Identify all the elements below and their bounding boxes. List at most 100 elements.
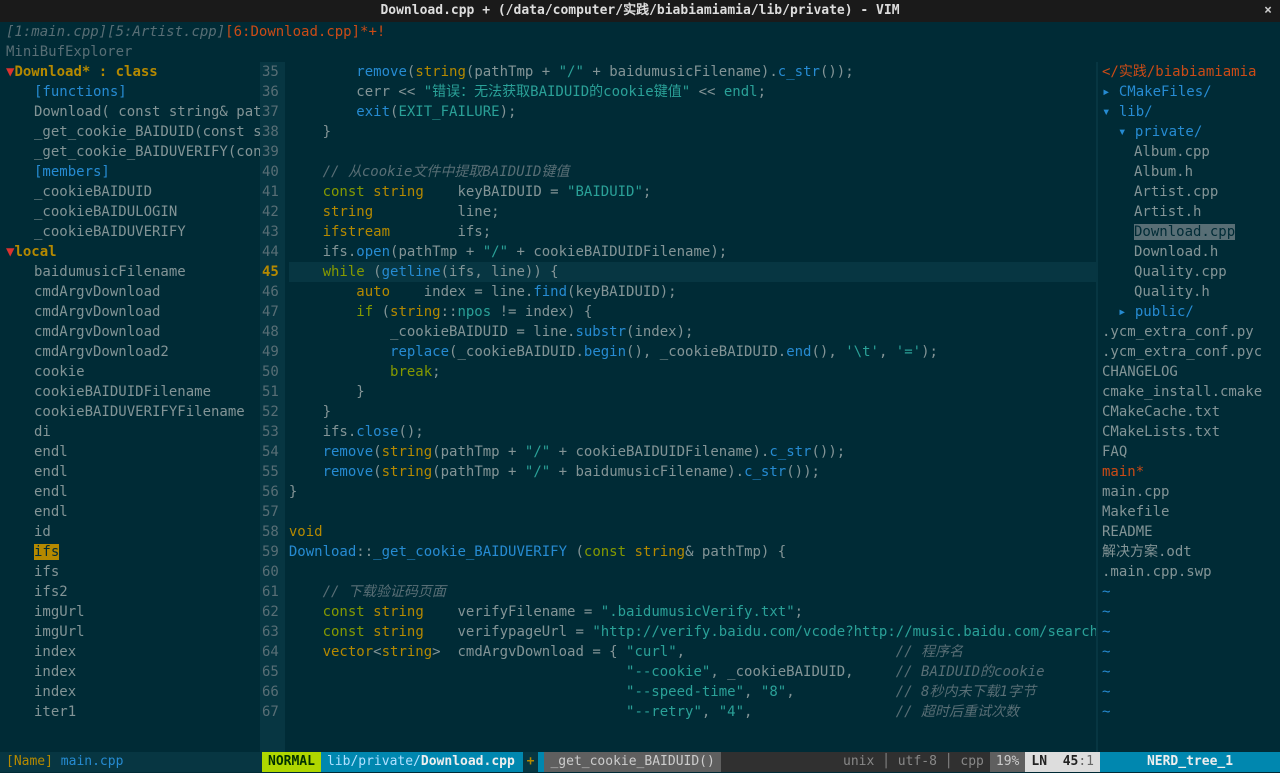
code-line[interactable]: const string keyBAIDUID = "BAIDUID";: [289, 182, 1096, 202]
tag-local-item[interactable]: id: [6, 522, 260, 542]
tag-member-item[interactable]: _cookieBAIDUVERIFY: [6, 222, 260, 242]
nerdtree-item[interactable]: Download.h: [1102, 242, 1280, 262]
code-line[interactable]: [289, 562, 1096, 582]
nerdtree-root[interactable]: </实践/biabiamiamia: [1102, 62, 1280, 82]
nerdtree-item[interactable]: Quality.cpp: [1102, 262, 1280, 282]
code-line[interactable]: _cookieBAIDUID = line.substr(index);: [289, 322, 1096, 342]
tag-local-item[interactable]: endl: [6, 442, 260, 462]
code-line[interactable]: vector<string> cmdArgvDownload = { "curl…: [289, 642, 1096, 662]
nerdtree-item[interactable]: 解决方案.odt: [1102, 542, 1280, 562]
code-line[interactable]: "--speed-time", "8", // 8秒内未下载1字节: [289, 682, 1096, 702]
code-line[interactable]: break;: [289, 362, 1096, 382]
tag-function-item[interactable]: Download( const string& path: [6, 102, 260, 122]
nerdtree-item[interactable]: .main.cpp.swp: [1102, 562, 1280, 582]
nerdtree-item[interactable]: Artist.h: [1102, 202, 1280, 222]
tag-member-item[interactable]: _cookieBAIDULOGIN: [6, 202, 260, 222]
code-line[interactable]: [289, 502, 1096, 522]
code-line[interactable]: }: [289, 382, 1096, 402]
tag-function-item[interactable]: _get_cookie_BAIDUVERIFY(cons: [6, 142, 260, 162]
tag-class[interactable]: ▼Download* : class: [6, 62, 260, 82]
tag-local-item[interactable]: di: [6, 422, 260, 442]
tag-local-item[interactable]: index: [6, 662, 260, 682]
tag-local-item[interactable]: cmdArgvDownload: [6, 302, 260, 322]
code-line[interactable]: "--retry", "4", // 超时后重试次数: [289, 702, 1096, 722]
tag-local-item[interactable]: cmdArgvDownload: [6, 322, 260, 342]
code-line[interactable]: ifs.open(pathTmp + "/" + cookieBAIDUIDFi…: [289, 242, 1096, 262]
code-line[interactable]: const string verifypageUrl = "http://ver…: [289, 622, 1096, 642]
code-line[interactable]: if (string::npos != index) {: [289, 302, 1096, 322]
nerdtree-item[interactable]: .ycm_extra_conf.pyc: [1102, 342, 1280, 362]
code-line[interactable]: // 下载验证码页面: [289, 582, 1096, 602]
tag-local-item[interactable]: endl: [6, 462, 260, 482]
tag-local-item[interactable]: endl: [6, 482, 260, 502]
tag-local-item[interactable]: imgUrl: [6, 622, 260, 642]
nerdtree-item[interactable]: Album.cpp: [1102, 142, 1280, 162]
tag-local-item[interactable]: ifs2: [6, 582, 260, 602]
code-line[interactable]: }: [289, 122, 1096, 142]
code-line[interactable]: exit(EXIT_FAILURE);: [289, 102, 1096, 122]
code-line[interactable]: void: [289, 522, 1096, 542]
tag-local-item[interactable]: index: [6, 642, 260, 662]
code-line[interactable]: // 从cookie文件中提取BAIDUID键值: [289, 162, 1096, 182]
nerdtree-item[interactable]: main*: [1102, 462, 1280, 482]
tag-local-item[interactable]: baidumusicFilename: [6, 262, 260, 282]
code-line[interactable]: "--cookie", _cookieBAIDUID, // BAIDUID的c…: [289, 662, 1096, 682]
nerdtree-item[interactable]: Download.cpp: [1102, 222, 1280, 242]
tag-members-group[interactable]: [members]: [6, 162, 260, 182]
tag-local-item[interactable]: cmdArgvDownload2: [6, 342, 260, 362]
tag-function-item[interactable]: _get_cookie_BAIDUID(const st: [6, 122, 260, 142]
code-line[interactable]: while (getline(ifs, line)) {: [289, 262, 1096, 282]
tag-local-item[interactable]: cmdArgvDownload: [6, 282, 260, 302]
nerdtree-item[interactable]: ▾ lib/: [1102, 102, 1280, 122]
code-line[interactable]: string line;: [289, 202, 1096, 222]
tag-local-item[interactable]: imgUrl: [6, 602, 260, 622]
code-line[interactable]: }: [289, 482, 1096, 502]
tagbar-pane[interactable]: ▼Download* : class [functions] Download(…: [0, 62, 262, 752]
tag-local-group[interactable]: ▼local: [6, 242, 260, 262]
buffer-6-active[interactable]: [6:Download.cpp]*+!: [225, 24, 385, 40]
code-line[interactable]: auto index = line.find(keyBAIDUID);: [289, 282, 1096, 302]
code-line[interactable]: [289, 142, 1096, 162]
code-line[interactable]: remove(string(pathTmp + "/" + baidumusic…: [289, 62, 1096, 82]
code-line[interactable]: remove(string(pathTmp + "/" + cookieBAID…: [289, 442, 1096, 462]
code-line[interactable]: }: [289, 402, 1096, 422]
tag-local-item[interactable]: cookieBAIDUVERIFYFilename: [6, 402, 260, 422]
tag-local-item[interactable]: cookie: [6, 362, 260, 382]
nerdtree-item[interactable]: Quality.h: [1102, 282, 1280, 302]
code-line[interactable]: remove(string(pathTmp + "/" + baidumusic…: [289, 462, 1096, 482]
nerdtree-pane[interactable]: </实践/biabiamiamia ▸ CMakeFiles/▾ lib/▾ p…: [1096, 62, 1280, 752]
nerdtree-item[interactable]: Artist.cpp: [1102, 182, 1280, 202]
tag-local-item[interactable]: ifs: [6, 542, 260, 562]
nerdtree-item[interactable]: CMakeLists.txt: [1102, 422, 1280, 442]
buffer-1[interactable]: [1:main.cpp]: [6, 24, 107, 40]
tag-local-item[interactable]: endl: [6, 502, 260, 522]
code-area[interactable]: remove(string(pathTmp + "/" + baidumusic…: [285, 62, 1096, 752]
tag-member-item[interactable]: _cookieBAIDUID: [6, 182, 260, 202]
nerdtree-item[interactable]: Makefile: [1102, 502, 1280, 522]
close-icon[interactable]: ×: [1264, 1, 1272, 21]
tag-local-item[interactable]: cookieBAIDUIDFilename: [6, 382, 260, 402]
tag-local-item[interactable]: ifs: [6, 562, 260, 582]
nerdtree-item[interactable]: ▾ private/: [1102, 122, 1280, 142]
tag-local-item[interactable]: index: [6, 682, 260, 702]
tag-local-item[interactable]: iter1: [6, 702, 260, 722]
code-line[interactable]: const string verifyFilename = ".baidumus…: [289, 602, 1096, 622]
tag-functions-group[interactable]: [functions]: [6, 82, 260, 102]
nerdtree-item[interactable]: CMakeCache.txt: [1102, 402, 1280, 422]
buffer-5[interactable]: [5:Artist.cpp]: [107, 24, 225, 40]
nerdtree-item[interactable]: ▸ CMakeFiles/: [1102, 82, 1280, 102]
nerdtree-item[interactable]: CHANGELOG: [1102, 362, 1280, 382]
editor-pane[interactable]: 3536373839404142434445464748495051525354…: [262, 62, 1096, 752]
nerdtree-item[interactable]: main.cpp: [1102, 482, 1280, 502]
code-line[interactable]: Download::_get_cookie_BAIDUVERIFY (const…: [289, 542, 1096, 562]
nerdtree-item[interactable]: ▸ public/: [1102, 302, 1280, 322]
code-line[interactable]: cerr << "错误：无法获取BAIDUID的cookie键值" << end…: [289, 82, 1096, 102]
nerdtree-item[interactable]: Album.h: [1102, 162, 1280, 182]
code-line[interactable]: replace(_cookieBAIDUID.begin(), _cookieB…: [289, 342, 1096, 362]
nerdtree-item[interactable]: README: [1102, 522, 1280, 542]
code-line[interactable]: ifstream ifs;: [289, 222, 1096, 242]
nerdtree-item[interactable]: cmake_install.cmake: [1102, 382, 1280, 402]
nerdtree-item[interactable]: FAQ: [1102, 442, 1280, 462]
nerdtree-item[interactable]: .ycm_extra_conf.py: [1102, 322, 1280, 342]
code-line[interactable]: ifs.close();: [289, 422, 1096, 442]
